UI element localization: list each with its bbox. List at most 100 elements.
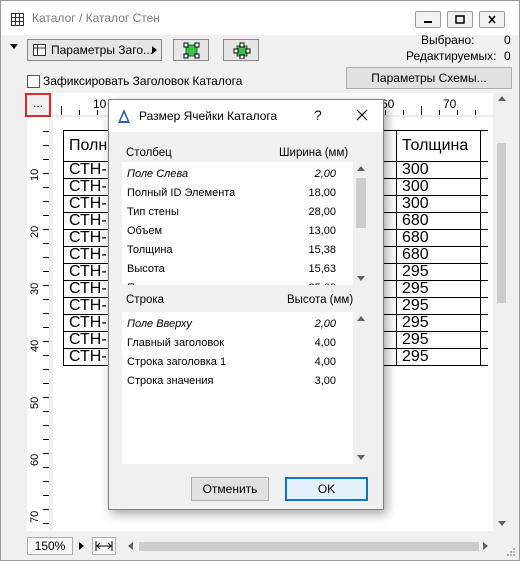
ruler-label: 10	[29, 168, 41, 181]
scroll-down-icon[interactable]	[357, 276, 365, 281]
header-params-button[interactable]: Параметры Заго...	[27, 39, 162, 61]
row-list-item[interactable]: Строка значения 3,00	[122, 372, 354, 391]
scroll-up-icon[interactable]	[357, 316, 365, 321]
cell-next	[480, 331, 488, 349]
row-list-item-name: Поле Вверху	[127, 318, 192, 330]
cell-next	[480, 195, 488, 213]
ruler-tick	[43, 341, 49, 342]
scheme-params-button[interactable]: Параметры Схемы...	[346, 67, 512, 89]
ruler-tick	[43, 201, 49, 202]
title-bar[interactable]: Каталог / Каталог Стен	[1, 1, 519, 35]
minimize-button[interactable]	[415, 11, 441, 28]
column-list-item-value: 28,00	[308, 206, 336, 218]
cancel-button[interactable]: Отменить	[191, 477, 269, 501]
chevron-right-icon	[152, 46, 157, 54]
cell-thickness: 300	[396, 161, 481, 179]
scroll-up-icon[interactable]	[357, 166, 365, 171]
selected-label: Выбрано:	[421, 33, 475, 47]
row-list-item[interactable]: Главный заголовок 4,00	[122, 334, 354, 353]
collapse-arrow-icon[interactable]	[10, 44, 18, 49]
scroll-right-icon[interactable]	[483, 542, 488, 550]
cell-thickness: 295	[396, 280, 481, 298]
cell-next	[480, 297, 488, 315]
scroll-up-icon[interactable]	[498, 96, 506, 101]
column-list-item[interactable]: Тип стены 28,00	[122, 203, 354, 222]
selected-count: 0	[504, 33, 511, 47]
horizontal-scroll-thumb[interactable]	[139, 542, 479, 551]
zoom-level[interactable]: 150%	[27, 537, 73, 555]
width-column-header: Ширина (мм)	[279, 147, 349, 159]
horizontal-scrollbar[interactable]	[123, 537, 493, 555]
ruler-tick	[43, 215, 49, 216]
column-list-item-name: Высота	[127, 263, 165, 275]
header-cell-thickness: Толщина	[396, 130, 481, 162]
select-elements-button[interactable]	[223, 39, 259, 61]
dialog-title-bar[interactable]: Размер Ячейки Каталога ?	[109, 100, 383, 132]
vertical-ruler: 10 20 30 40 50 60 70	[27, 117, 49, 531]
column-list-item[interactable]: Высота 15,63	[122, 260, 354, 279]
ruler-label: 20	[29, 225, 41, 238]
ok-button[interactable]: OK	[285, 477, 368, 501]
row-list-scrollbar[interactable]	[353, 312, 368, 464]
cell-next	[480, 212, 488, 230]
header-params-label: Параметры Заго...	[51, 43, 154, 57]
row-height-list[interactable]: Поле Вверху 2,00 Главный заголовок 4,00 Стро…	[122, 312, 368, 464]
column-list-item[interactable]: Полный ID Элемента 18,00	[122, 184, 354, 203]
scroll-left-icon[interactable]	[128, 542, 133, 550]
height-column-header: Высота (мм)	[287, 294, 354, 306]
resize-grip-icon[interactable]	[506, 547, 516, 557]
ruler-label: 50	[29, 396, 41, 409]
cell-thickness: 295	[396, 314, 481, 332]
vertical-scrollbar[interactable]	[493, 93, 511, 531]
column-list-scrollbar[interactable]	[353, 162, 368, 285]
minimize-icon	[424, 21, 432, 23]
row-list-item[interactable]: Поле Вверху 2,00	[122, 315, 354, 334]
archicad-app-icon	[118, 109, 130, 123]
ruler-tick	[43, 159, 49, 160]
column-width-list[interactable]: Поле Слева 2,00 Полный ID Элемента 18,00 Тип…	[122, 162, 368, 285]
vertical-scroll-thumb[interactable]	[497, 143, 506, 303]
column-list-item-name: Объем	[127, 225, 163, 237]
cell-thickness: 300	[396, 178, 481, 196]
row-list-item-name: Главный заголовок	[127, 337, 225, 349]
fix-header-label[interactable]: Зафиксировать Заголовок Каталога	[43, 74, 242, 88]
maximize-icon	[455, 15, 465, 24]
column-list-item[interactable]: Толщина 15,38	[122, 241, 354, 260]
scroll-down-icon[interactable]	[357, 455, 365, 460]
ruler-tick	[439, 110, 440, 115]
window-title: Каталог / Каталог Стен	[32, 11, 160, 25]
cell-thickness: 295	[396, 348, 481, 366]
fit-width-button[interactable]	[92, 537, 116, 555]
column-list-item-value: 15,38	[308, 244, 336, 256]
table-icon	[11, 13, 24, 26]
element-nodes-icon	[233, 42, 251, 59]
column-list-item[interactable]: Поле Слева 2,00	[122, 165, 354, 184]
ruler-tick	[43, 495, 49, 496]
dialog-close-icon[interactable]	[353, 106, 371, 124]
column-list-item-value: 2,00	[314, 168, 336, 180]
square-nodes-icon	[183, 42, 200, 59]
ruler-tick	[79, 110, 80, 115]
zoom-chevron-icon[interactable]	[79, 542, 84, 550]
ruler-tick	[43, 425, 49, 426]
maximize-button[interactable]	[447, 11, 473, 28]
ruler-tick	[43, 453, 49, 454]
cell-thickness: 680	[396, 246, 481, 264]
row-list-item[interactable]: Строка заголовка 1 4,00	[122, 353, 354, 372]
column-list-scroll-thumb[interactable]	[356, 178, 366, 228]
ruler-label: 10	[93, 97, 107, 111]
row-list-item-value: 2,00	[314, 318, 336, 330]
help-icon[interactable]: ?	[314, 107, 322, 123]
ruler-label: 40	[29, 339, 41, 352]
scroll-down-icon[interactable]	[498, 521, 506, 526]
fix-header-checkbox[interactable]	[27, 75, 40, 88]
cell-next	[480, 348, 488, 366]
close-icon	[488, 15, 496, 24]
close-button[interactable]	[479, 11, 505, 28]
cell-thickness: 295	[396, 263, 481, 281]
select-shape-button[interactable]	[173, 39, 209, 61]
cell-next	[480, 229, 488, 247]
cell-size-button[interactable]: ...	[25, 93, 51, 117]
column-list-item[interactable]: Площадь стены 25,00	[122, 279, 354, 285]
column-list-item[interactable]: Объем 13,00	[122, 222, 354, 241]
